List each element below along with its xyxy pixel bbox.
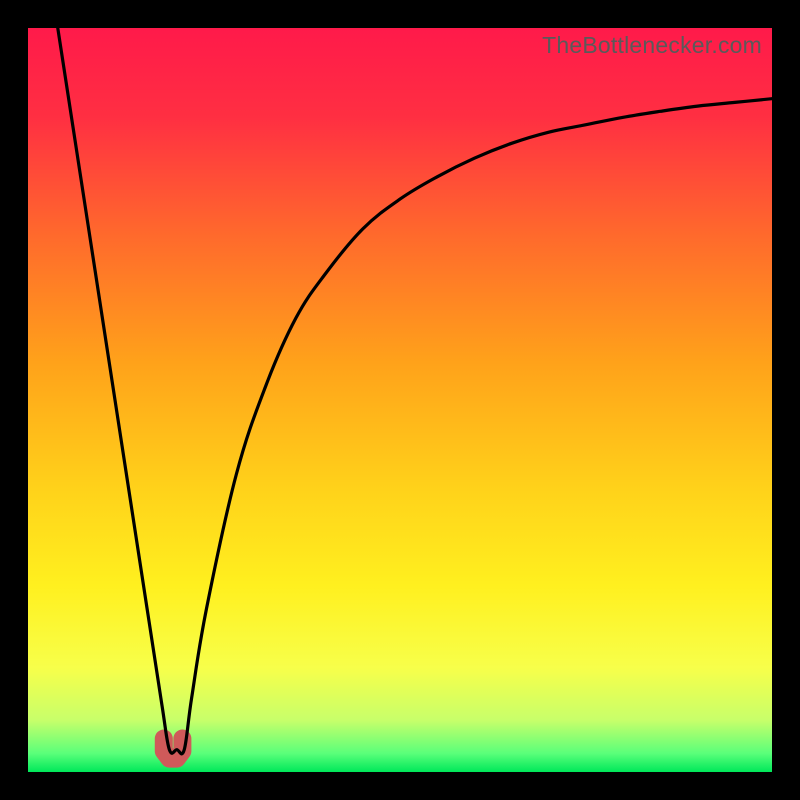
bottleneck-curve [58, 28, 772, 754]
chart-frame: TheBottlenecker.com [0, 0, 800, 800]
plot-area: TheBottlenecker.com [28, 28, 772, 772]
curve-layer [28, 28, 772, 772]
watermark-text: TheBottlenecker.com [542, 32, 762, 59]
